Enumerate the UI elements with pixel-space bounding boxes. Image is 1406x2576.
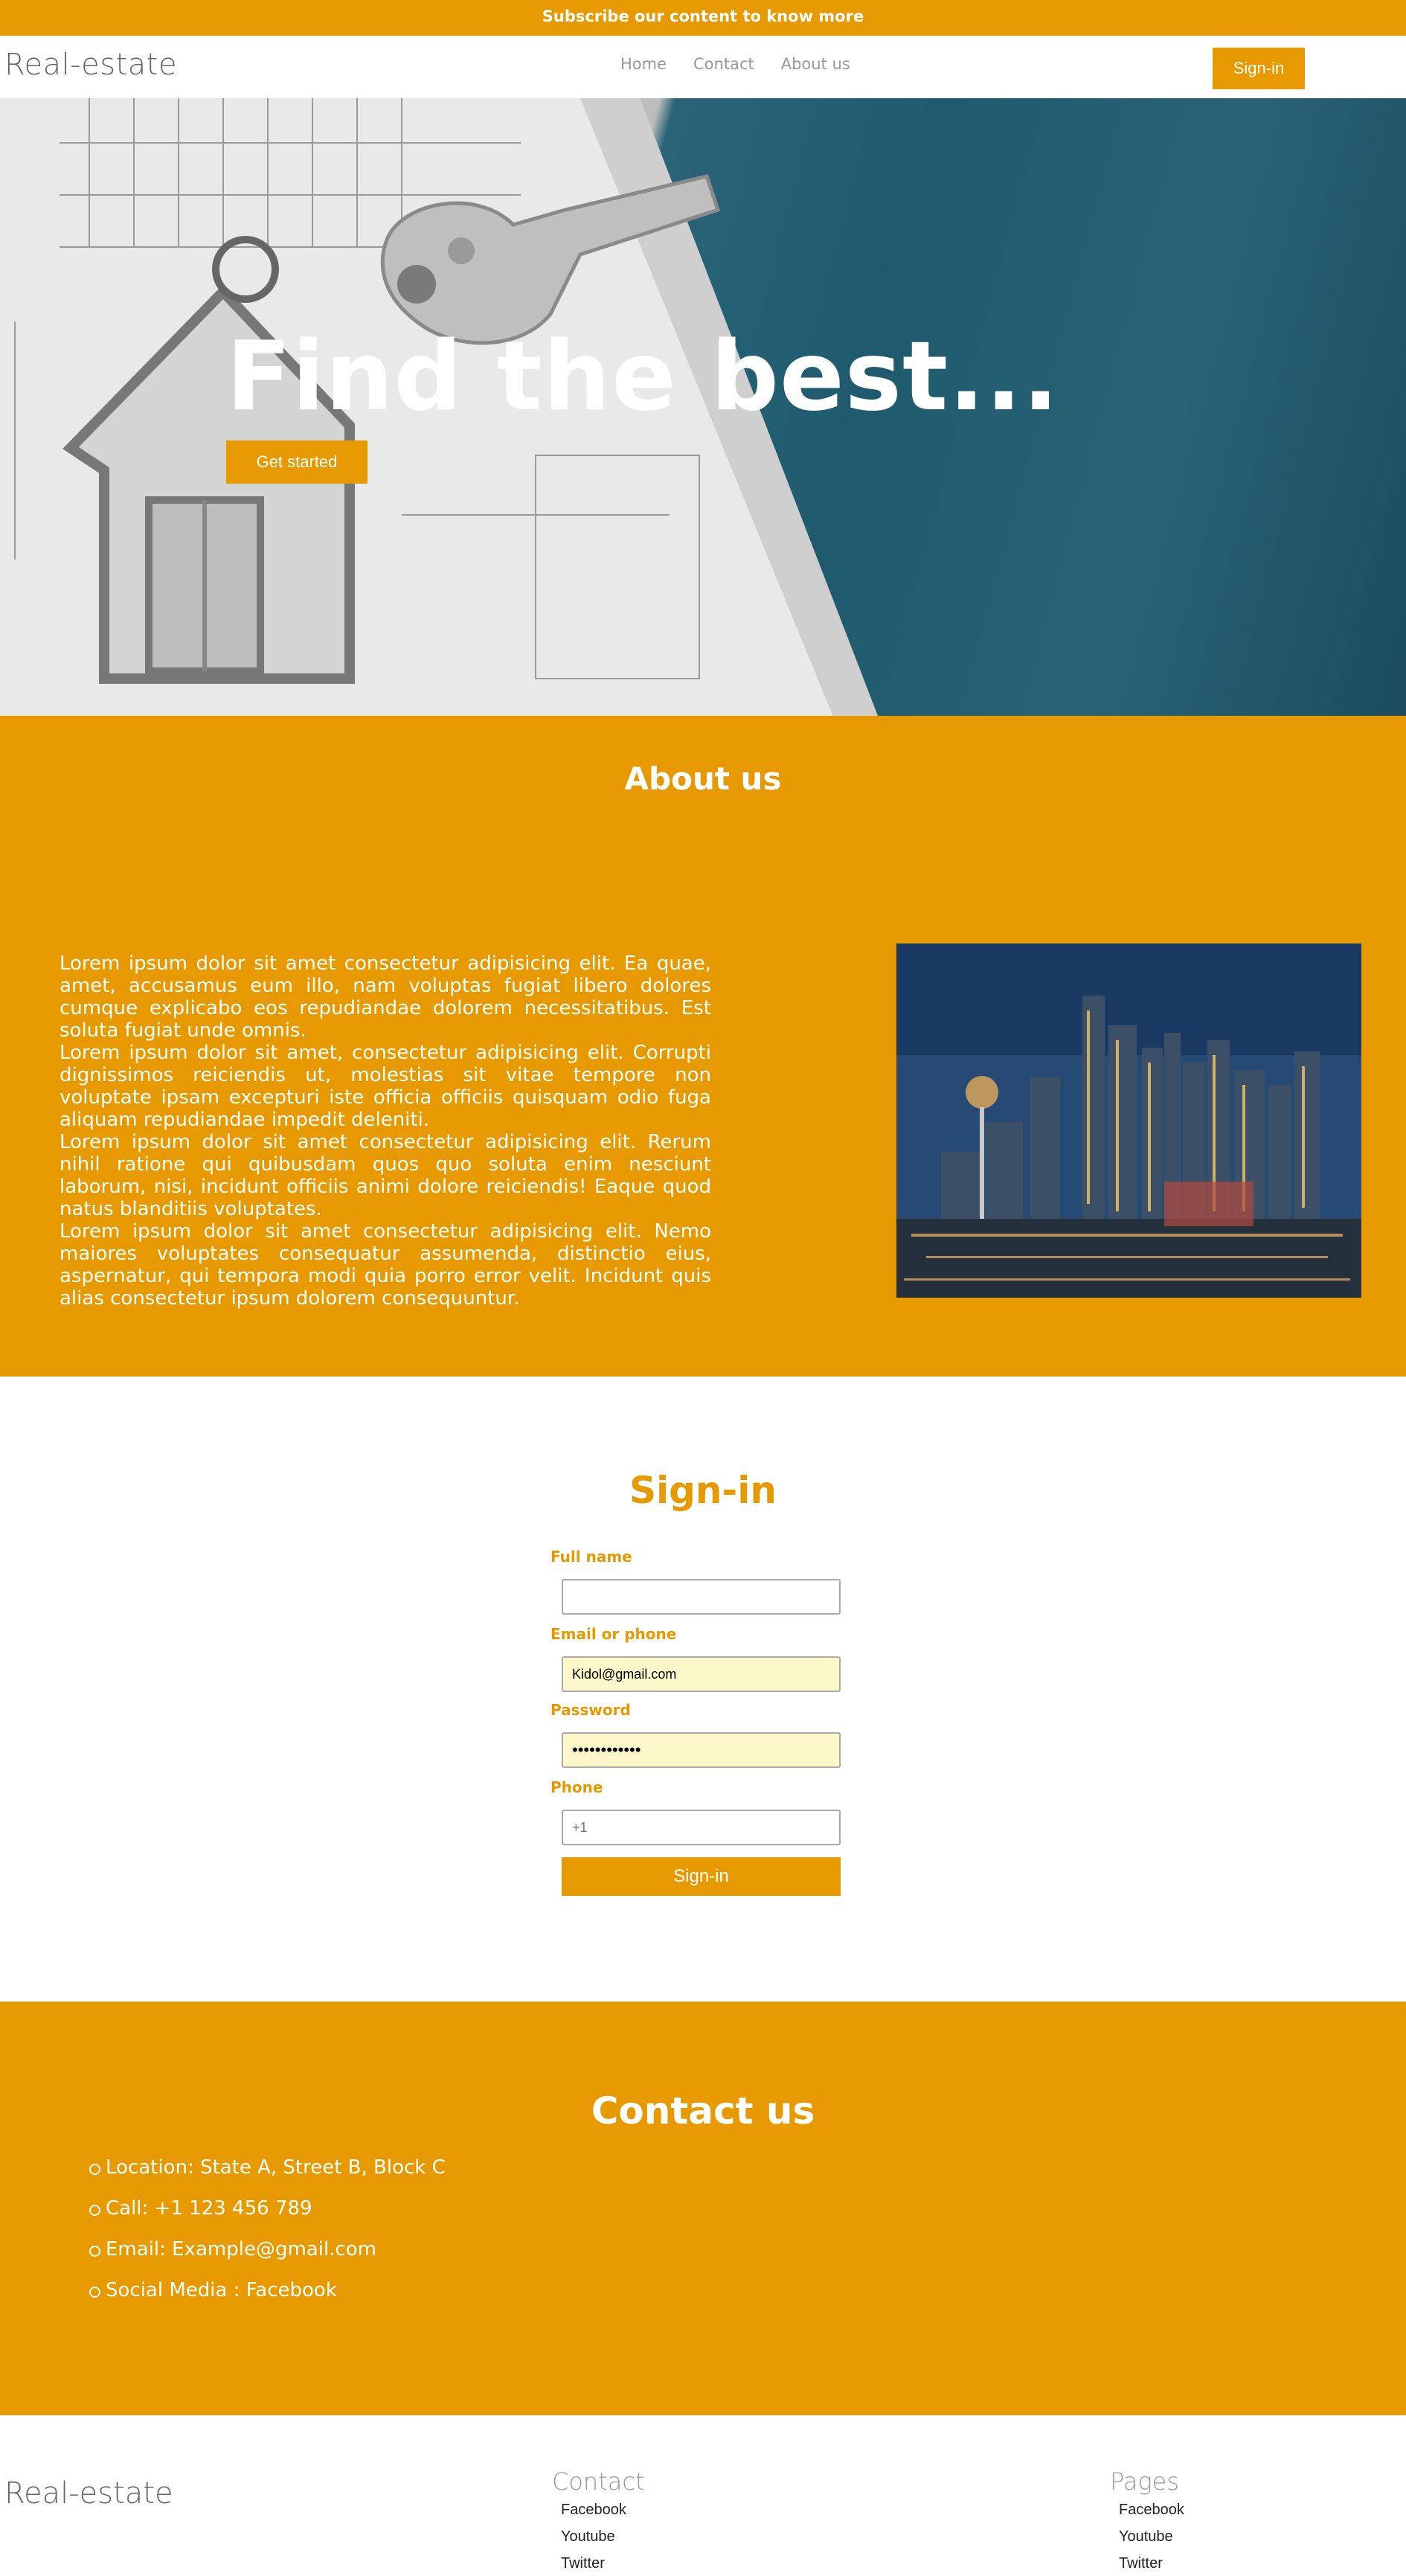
full-name-label: Full name xyxy=(550,1548,632,1566)
about-section: About us Lorem ipsum dolor sit amet cons… xyxy=(0,716,1406,1377)
hero-section: Find the best... Get started xyxy=(0,98,1406,716)
nav-link-about[interactable]: About us xyxy=(781,55,850,73)
site-logo[interactable]: Real-estate xyxy=(4,48,177,82)
signin-title: Sign-in xyxy=(629,1469,777,1512)
get-started-button[interactable]: Get started xyxy=(226,440,367,484)
contact-phone: Call: +1 123 456 789 xyxy=(89,2197,446,2238)
footer-link-facebook[interactable]: Facebook xyxy=(561,2502,645,2528)
subscribe-banner[interactable]: Subscribe our content to know more xyxy=(0,0,1406,36)
footer-contact-column: Contact Facebook Youtube Twitter xyxy=(552,2467,645,2576)
about-paragraph: Lorem ipsum dolor sit amet consectetur a… xyxy=(60,1131,711,1220)
password-input[interactable] xyxy=(562,1732,841,1768)
main-nav: Home Contact About us xyxy=(620,55,850,73)
footer-link-twitter[interactable]: Twitter xyxy=(1119,2555,1184,2576)
about-title: About us xyxy=(624,760,782,797)
nav-link-contact[interactable]: Contact xyxy=(693,55,754,73)
footer-logo[interactable]: Real-estate xyxy=(4,2476,173,2511)
about-paragraph: Lorem ipsum dolor sit amet consectetur a… xyxy=(60,952,711,1042)
footer-link-twitter[interactable]: Twitter xyxy=(561,2555,645,2576)
navbar: Real-estate Home Contact About us Sign-i… xyxy=(0,36,1406,98)
city-skyline-image xyxy=(896,943,1361,1298)
footer-column-title: Contact xyxy=(552,2467,645,2496)
footer-link-facebook[interactable]: Facebook xyxy=(1119,2502,1184,2528)
contact-email: Email: Example@gmail.com xyxy=(89,2238,446,2279)
signin-submit-button[interactable]: Sign-in xyxy=(562,1857,841,1896)
footer-link-youtube[interactable]: Youtube xyxy=(561,2528,645,2555)
hero-title: Find the best... xyxy=(226,321,1059,432)
subscribe-text[interactable]: Subscribe our content to know more xyxy=(542,7,864,25)
footer-pages-column: Pages Facebook Youtube Twitter xyxy=(1110,2467,1184,2576)
phone-label: Phone xyxy=(550,1778,603,1796)
contact-section: Contact us Location: State A, Street B, … xyxy=(0,2002,1406,2415)
header-signin-button[interactable]: Sign-in xyxy=(1213,48,1305,89)
footer-link-youtube[interactable]: Youtube xyxy=(1119,2528,1184,2555)
footer: Real-estate Contact Facebook Youtube Twi… xyxy=(0,2415,1406,2576)
email-or-phone-input[interactable] xyxy=(562,1656,841,1692)
about-paragraph: Lorem ipsum dolor sit amet, consectetur … xyxy=(60,1042,711,1131)
contact-social-media: Social Media : Facebook xyxy=(89,2279,446,2320)
contact-title: Contact us xyxy=(591,2089,815,2133)
contact-list: Location: State A, Street B, Block C Cal… xyxy=(89,2156,446,2320)
full-name-input[interactable] xyxy=(562,1579,841,1615)
about-paragraph: Lorem ipsum dolor sit amet consectetur a… xyxy=(60,1220,711,1310)
nav-link-home[interactable]: Home xyxy=(620,55,667,73)
about-text: Lorem ipsum dolor sit amet consectetur a… xyxy=(60,952,711,1310)
email-or-phone-label: Email or phone xyxy=(550,1625,677,1643)
phone-input[interactable] xyxy=(562,1810,841,1845)
password-label: Password xyxy=(550,1701,631,1719)
signin-section: Sign-in Full name Email or phone Passwor… xyxy=(0,1377,1406,2002)
footer-column-title: Pages xyxy=(1110,2467,1180,2496)
contact-location: Location: State A, Street B, Block C xyxy=(89,2156,446,2197)
